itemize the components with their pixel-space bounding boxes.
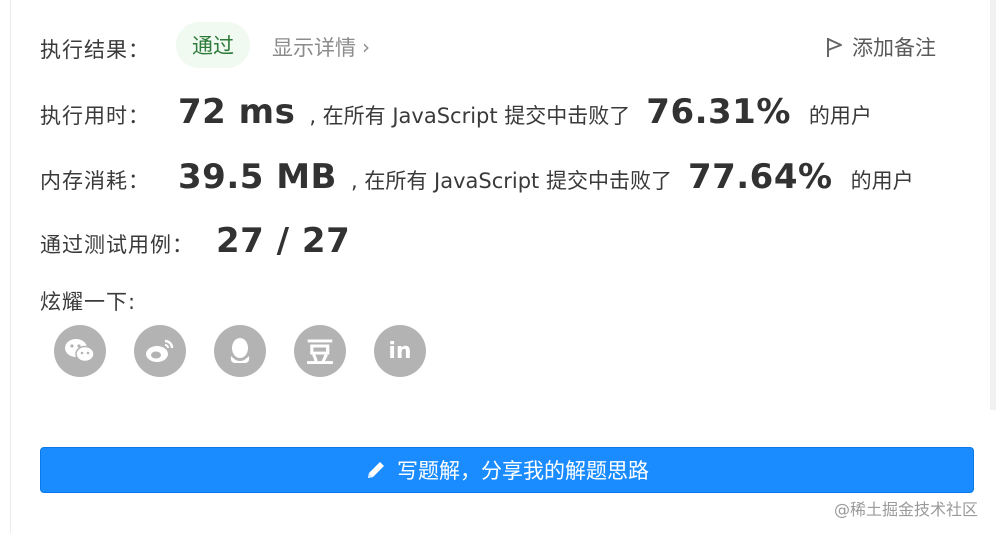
tests-value: 27 / 27 (216, 221, 351, 261)
add-note-label: 添加备注 (852, 36, 936, 60)
result-label: 执行结果： (40, 38, 150, 62)
status-badge: 通过 (176, 22, 250, 68)
weibo-icon[interactable] (134, 325, 186, 377)
runtime-row: 执行用时： 72 ms , 在所有 JavaScript 提交中击败了 76.3… (40, 92, 872, 132)
memory-row: 内存消耗： 39.5 MB , 在所有 JavaScript 提交中击败了 77… (40, 157, 914, 197)
runtime-beat-text: , 在所有 JavaScript 提交中击败了 (309, 104, 631, 128)
memory-percent: 77.64% (687, 157, 833, 197)
scrollbar-track[interactable] (990, 0, 996, 410)
result-row: 执行结果： (40, 34, 150, 64)
share-label: 炫耀一下: (40, 290, 137, 314)
memory-beat-text: , 在所有 JavaScript 提交中击败了 (350, 169, 672, 193)
add-note-button[interactable]: 添加备注 (824, 32, 936, 62)
douban-icon[interactable]: 豆 (294, 325, 346, 377)
linkedin-glyph: in (388, 338, 412, 364)
runtime-suffix: 的用户 (808, 104, 872, 128)
tests-label: 通过测试用例： (40, 233, 194, 257)
memory-value: 39.5 MB (178, 157, 337, 197)
left-border (10, 0, 11, 533)
runtime-label: 执行用时： (40, 104, 150, 128)
memory-suffix: 的用户 (850, 169, 914, 193)
runtime-value: 72 ms (178, 92, 296, 132)
qq-icon[interactable] (214, 325, 266, 377)
runtime-percent: 76.31% (646, 92, 791, 132)
share-icons: 豆 in (54, 325, 426, 377)
write-solution-label: 写题解，分享我的解题思路 (397, 459, 649, 483)
show-details-label: 显示详情 (272, 36, 356, 60)
show-details-link[interactable]: 显示详情 › (272, 32, 370, 62)
linkedin-icon[interactable]: in (374, 325, 426, 377)
write-solution-button[interactable]: 写题解，分享我的解题思路 (40, 447, 974, 493)
share-row: 炫耀一下: (40, 286, 136, 316)
status-text: 通过 (192, 34, 234, 58)
tests-row: 通过测试用例： 27 / 27 (40, 221, 350, 261)
wechat-icon[interactable] (54, 325, 106, 377)
watermark: @稀土掘金技术社区 (833, 500, 978, 519)
flag-icon (827, 38, 842, 57)
pencil-icon (368, 462, 384, 478)
memory-label: 内存消耗： (40, 169, 150, 193)
chevron-right-icon: › (362, 35, 370, 59)
douban-glyph: 豆 (305, 336, 334, 369)
